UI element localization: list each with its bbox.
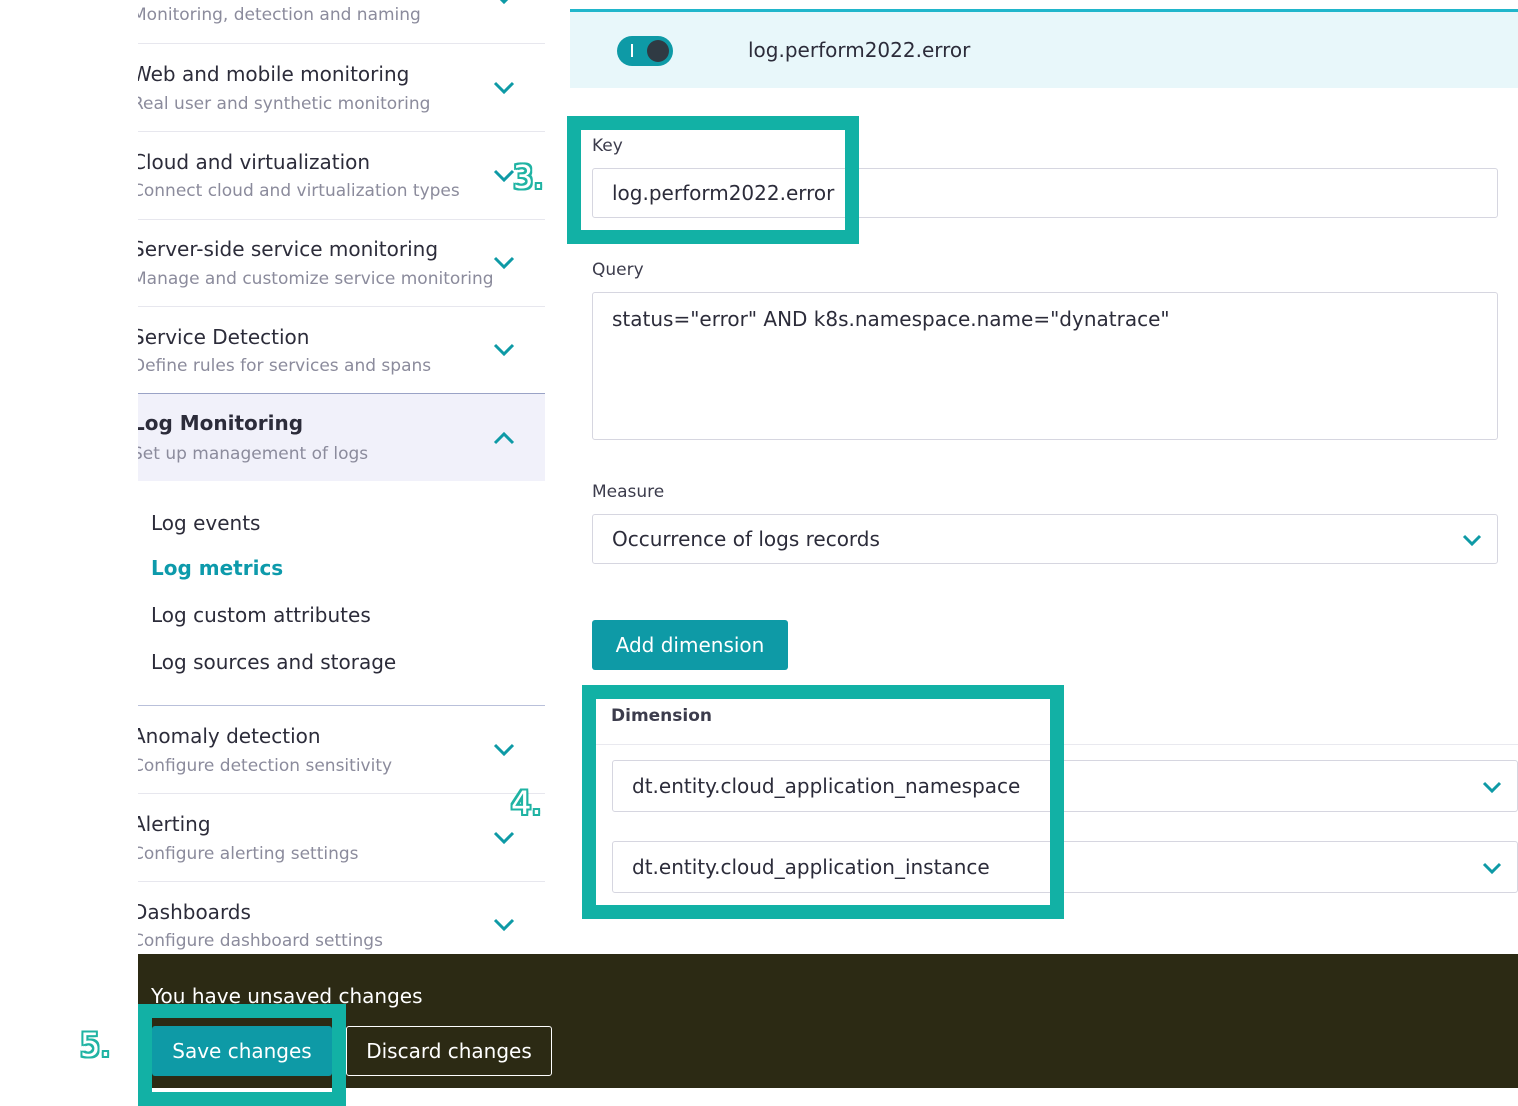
nav-group-title: Server-side service monitoring [138, 237, 439, 261]
nav-group-monitoring[interactable]: Monitoring, detection and naming [138, 0, 545, 44]
chevron-down-icon[interactable] [492, 742, 516, 758]
nav-group-dashboards[interactable]: Dashboards Configure dashboard settings [138, 882, 545, 955]
nav-group-title: Service Detection [138, 325, 310, 349]
chevron-down-icon[interactable] [492, 80, 516, 96]
step-number-4: 4. [511, 784, 542, 822]
nav-group-subtitle: Connect cloud and virtualization types [138, 181, 460, 201]
chevron-down-icon[interactable] [492, 917, 516, 933]
metric-header-title: log.perform2022.error [748, 38, 971, 62]
chevron-down-icon [1482, 862, 1502, 875]
nav-group-subtitle: Real user and synthetic monitoring [138, 94, 431, 114]
nav-group-subtitle: Set up management of logs [138, 444, 369, 464]
nav-group-title: Log Monitoring [138, 411, 304, 435]
query-label: Query [592, 260, 644, 280]
nav-group-web-mobile[interactable]: Web and mobile monitoring Real user and … [138, 44, 545, 132]
chevron-down-icon[interactable] [492, 342, 516, 358]
nav-group-subtitle: Define rules for services and spans [138, 356, 432, 376]
nav-group-cloud[interactable]: Cloud and virtualization Connect cloud a… [138, 132, 545, 220]
chevron-up-icon[interactable] [492, 430, 516, 446]
nav-group-subtitle: Configure dashboard settings [138, 931, 383, 951]
subnav-log-metrics[interactable]: Log metrics [151, 556, 283, 580]
nav-group-service-detection[interactable]: Service Detection Define rules for servi… [138, 307, 545, 393]
chevron-down-icon[interactable] [492, 830, 516, 846]
query-textarea-value: status="error" AND k8s.namespace.name="d… [612, 307, 1170, 331]
subnav-log-custom-attributes[interactable]: Log custom attributes [151, 603, 371, 627]
nav-group-log-monitoring[interactable]: Log Monitoring Set up management of logs [138, 393, 545, 481]
step-number-5: 5. [80, 1026, 111, 1064]
nav-group-title: Anomaly detection [138, 724, 321, 748]
measure-label: Measure [592, 482, 665, 502]
subnav-log-sources-storage[interactable]: Log sources and storage [151, 650, 396, 674]
highlight-save-button [138, 1004, 346, 1106]
nav-group-title: Dashboards [138, 900, 251, 924]
nav-group-subtitle: Monitoring, detection and naming [138, 5, 421, 25]
measure-select[interactable]: Occurrence of logs records [592, 514, 1498, 564]
nav-group-subtitle: Configure detection sensitivity [138, 756, 393, 776]
chevron-down-icon [1462, 534, 1482, 547]
discard-changes-button[interactable]: Discard changes [346, 1026, 552, 1076]
highlight-key-field [567, 116, 859, 244]
chevron-down-icon[interactable] [492, 0, 516, 6]
nav-group-subtitle: Configure alerting settings [138, 844, 359, 864]
nav-group-title: Cloud and virtualization [138, 150, 371, 174]
metric-enabled-toggle[interactable] [617, 36, 673, 66]
highlight-dimensions [582, 685, 1064, 919]
metric-header-row[interactable]: log.perform2022.error [570, 9, 1518, 88]
add-dimension-label: Add dimension [615, 633, 765, 657]
nav-group-anomaly-detection[interactable]: Anomaly detection Configure detection se… [138, 706, 545, 794]
settings-sidebar: Monitoring, detection and naming Web and… [138, 0, 545, 955]
chevron-down-icon[interactable] [492, 255, 516, 271]
nav-group-title: Alerting [138, 812, 211, 836]
discard-changes-label: Discard changes [366, 1039, 532, 1063]
toggle-on-mark [631, 44, 633, 57]
step-number-3: 3. [513, 158, 544, 196]
measure-select-value: Occurrence of logs records [612, 527, 880, 551]
nav-group-alerting[interactable]: Alerting Configure alerting settings [138, 794, 545, 882]
nav-group-title: Web and mobile monitoring [138, 62, 410, 86]
subnav-log-events[interactable]: Log events [151, 511, 260, 535]
query-textarea[interactable]: status="error" AND k8s.namespace.name="d… [592, 292, 1498, 440]
add-dimension-button[interactable]: Add dimension [592, 620, 788, 670]
toggle-knob [647, 40, 669, 62]
nav-group-server-side[interactable]: Server-side service monitoring Manage an… [138, 220, 545, 307]
nav-group-subtitle: Manage and customize service monitoring [138, 269, 494, 289]
chevron-down-icon [1482, 781, 1502, 794]
